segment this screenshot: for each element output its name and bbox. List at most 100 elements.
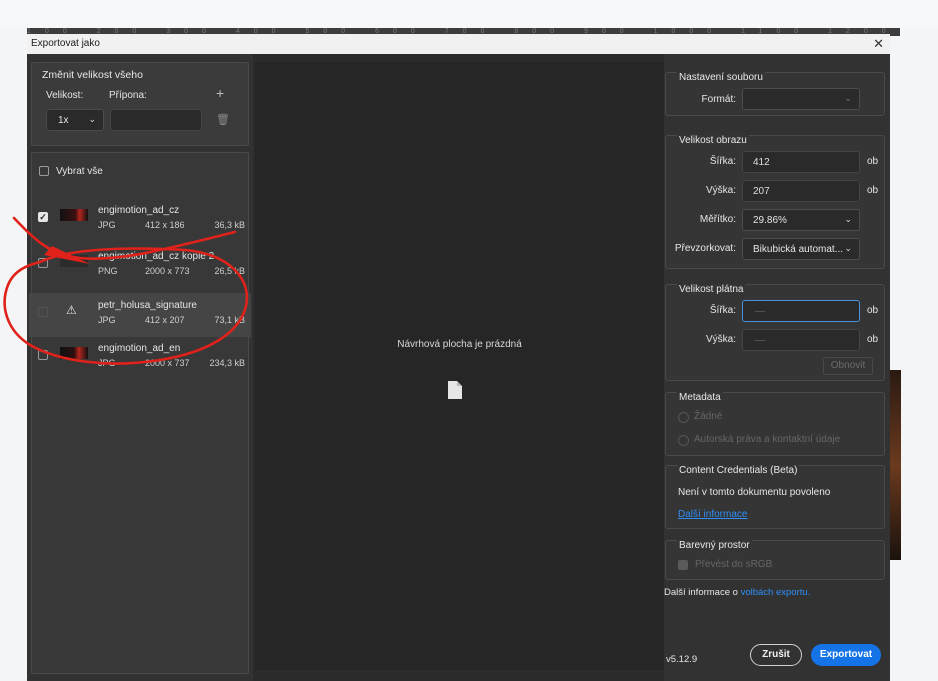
- asset-thumbnail: [60, 255, 88, 267]
- asset-checkbox[interactable]: [38, 258, 48, 268]
- settings-panel: Nastavení souboru Formát: ⌄ Velikost obr…: [664, 54, 890, 681]
- empty-artboard-message: Návrhová plocha je prázdná: [397, 339, 522, 350]
- asset-format: PNG: [98, 266, 118, 276]
- asset-size: 73,1 kB: [214, 315, 245, 325]
- resample-value: Bikubická automat...: [753, 244, 844, 255]
- canvas-size-heading: Velikost plátna: [677, 284, 746, 295]
- metadata-none-radio[interactable]: [678, 412, 689, 423]
- asset-checkbox[interactable]: [38, 307, 48, 317]
- color-space-group: Barevný prostor Převést do sRGB: [665, 540, 885, 580]
- resample-label: Převzorkovat:: [674, 243, 736, 254]
- file-settings-heading: Nastavení souboru: [677, 72, 765, 83]
- canvas-width-label: Šířka:: [709, 305, 736, 316]
- asset-size: 36,3 kB: [214, 220, 245, 230]
- color-space-heading: Barevný prostor: [677, 540, 752, 551]
- canvas-height-input[interactable]: —: [742, 329, 860, 351]
- canvas-width-unit: ob: [867, 305, 879, 316]
- asset-checkbox[interactable]: ✓: [38, 212, 48, 222]
- suffix-input[interactable]: [110, 109, 202, 131]
- scale-label: Měřítko:: [699, 214, 736, 225]
- convert-srgb-label: Převést do sRGB: [695, 559, 773, 570]
- image-height-input[interactable]: 207: [742, 180, 860, 202]
- image-width-input[interactable]: 412: [742, 151, 860, 173]
- chevron-down-icon: ⌄: [844, 243, 852, 253]
- canvas-width-value: —: [755, 306, 765, 317]
- metadata-none-label: Žádné: [694, 411, 723, 422]
- metadata-copyright-label: Autorská práva a kontaktní údaje: [694, 434, 841, 445]
- file-settings-group: Nastavení souboru Formát: ⌄: [665, 72, 885, 116]
- content-credentials-heading: Content Credentials (Beta): [677, 465, 800, 476]
- chevron-down-icon: ⌄: [844, 93, 852, 103]
- metadata-copyright-radio[interactable]: [678, 435, 689, 446]
- asset-thumbnail: [60, 347, 88, 359]
- scale-select[interactable]: 1x ⌄: [46, 109, 104, 131]
- chevron-down-icon: ⌄: [88, 114, 96, 124]
- content-credentials-status: Není v tomto dokumentu povoleno: [678, 487, 831, 498]
- dialog-title: Exportovat jako: [31, 38, 100, 49]
- asset-name: petr_holusa_signature: [98, 300, 197, 311]
- asset-row[interactable]: engimotion_ad_en JPG 2000 x 737 234,3 kB: [29, 337, 251, 381]
- asset-dimensions: 2000 x 773: [145, 266, 190, 276]
- asset-format: JPG: [98, 358, 116, 368]
- dialog-titlebar: Exportovat jako ✕: [27, 34, 890, 54]
- resize-all-heading: Změnit velikost všeho: [42, 69, 143, 81]
- asset-format: JPG: [98, 220, 116, 230]
- add-icon[interactable]: +: [216, 85, 224, 101]
- asset-name: engimotion_ad_en: [98, 343, 181, 354]
- asset-name: engimotion_ad_cz kopie 2: [98, 251, 215, 262]
- warning-icon: ⚠: [66, 303, 77, 317]
- image-scale-value: 29.86%: [753, 215, 787, 226]
- export-button[interactable]: Exportovat: [811, 644, 881, 666]
- asset-name: engimotion_ad_cz: [98, 205, 180, 216]
- assets-panel: Změnit velikost všeho Velikost: Přípona:…: [27, 54, 253, 681]
- format-label: Formát:: [701, 94, 736, 105]
- cancel-button[interactable]: Zrušit: [750, 644, 802, 666]
- asset-format: JPG: [98, 315, 116, 325]
- select-all-checkbox[interactable]: [39, 166, 49, 176]
- image-width-label: Šířka:: [709, 156, 736, 167]
- asset-thumbnail: [60, 209, 88, 221]
- scale-select-value: 1x: [58, 115, 69, 126]
- resize-all-panel: Změnit velikost všeho Velikost: Přípona:…: [31, 62, 249, 146]
- asset-row-selected[interactable]: ⚠ petr_holusa_signature JPG 412 x 207 73…: [29, 293, 251, 337]
- refresh-button[interactable]: Obnovit: [823, 357, 873, 375]
- image-height-value: 207: [753, 186, 770, 197]
- content-credentials-link[interactable]: Další informace: [678, 509, 747, 520]
- export-info: Další informace o volbách exportu.: [664, 587, 810, 598]
- export-info-prefix: Další informace o: [664, 587, 741, 598]
- metadata-heading: Metadata: [677, 392, 723, 403]
- chevron-down-icon: ⌄: [844, 214, 852, 224]
- document-icon: [448, 381, 462, 399]
- image-width-unit: ob: [867, 156, 879, 167]
- canvas-height-value: —: [755, 335, 765, 346]
- close-icon[interactable]: ✕: [873, 36, 884, 52]
- image-height-label: Výška:: [705, 185, 736, 196]
- image-width-value: 412: [753, 157, 770, 168]
- canvas-width-input[interactable]: —: [742, 300, 860, 322]
- asset-size: 26,5 kB: [214, 266, 245, 276]
- format-select[interactable]: ⌄: [742, 88, 860, 110]
- resample-select[interactable]: Bikubická automat... ⌄: [742, 238, 860, 260]
- suffix-label: Přípona:: [109, 90, 147, 101]
- trash-icon[interactable]: 🗑: [216, 113, 230, 126]
- convert-srgb-checkbox[interactable]: [678, 560, 688, 570]
- image-size-heading: Velikost obrazu: [677, 135, 749, 146]
- asset-row[interactable]: ✓ engimotion_ad_cz JPG 412 x 186 36,3 kB: [29, 199, 251, 243]
- asset-row[interactable]: engimotion_ad_cz kopie 2 PNG 2000 x 773 …: [29, 245, 251, 289]
- canvas-size-group: Velikost plátna Šířka: — ob Výška: — ob …: [665, 284, 885, 381]
- asset-checkbox[interactable]: [38, 350, 48, 360]
- image-size-group: Velikost obrazu Šířka: 412 ob Výška: 207…: [665, 135, 885, 269]
- metadata-group: Metadata Žádné Autorská práva a kontaktn…: [665, 392, 885, 456]
- image-height-unit: ob: [867, 185, 879, 196]
- app-background: [0, 0, 938, 28]
- asset-size: 234,3 kB: [209, 358, 245, 368]
- select-all-label: Vybrat vše: [56, 166, 103, 177]
- canvas-image-edge: [889, 370, 901, 560]
- preview-area: Návrhová plocha je prázdná: [255, 62, 664, 670]
- asset-dimensions: 412 x 186: [145, 220, 185, 230]
- app-background-right: [886, 36, 938, 681]
- version-label: v5.12.9: [666, 654, 698, 665]
- image-scale-select[interactable]: 29.86% ⌄: [742, 209, 860, 231]
- export-info-link[interactable]: volbách exportu.: [741, 587, 811, 598]
- content-credentials-group: Content Credentials (Beta) Není v tomto …: [665, 465, 885, 529]
